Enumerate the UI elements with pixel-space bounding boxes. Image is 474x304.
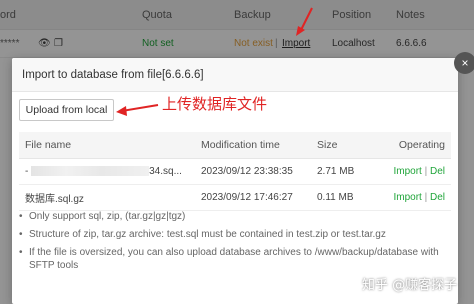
file-actions: Import | Del xyxy=(375,184,451,211)
import-file-link[interactable]: Import xyxy=(393,192,421,203)
file-time: 2023/09/12 23:38:35 xyxy=(195,158,311,185)
dialog-title: Import to database from file[6.6.6.6] xyxy=(12,58,458,92)
action-separator: | xyxy=(424,191,428,203)
import-notes: Only support sql, zip, (tar.gz|gz|tgz) S… xyxy=(19,210,451,277)
file-table-header: File name Modification time Size Operati… xyxy=(19,132,451,159)
redacted-file-name xyxy=(31,165,150,176)
red-arrow-icon xyxy=(296,7,313,36)
file-time: 2023/09/12 17:46:27 xyxy=(195,184,311,211)
file-size: 2.71 MB xyxy=(311,158,375,185)
delete-file-link[interactable]: Del xyxy=(430,166,445,177)
file-name-prefix: - xyxy=(25,165,29,177)
file-table: File name Modification time Size Operati… xyxy=(19,132,451,211)
import-file-link[interactable]: Import xyxy=(393,166,421,177)
note-item: Only support sql, zip, (tar.gz|gz|tgz) xyxy=(19,210,451,223)
file-name-cell: - 34.sq... xyxy=(19,158,195,185)
annotation-label: 上传数据库文件 xyxy=(162,95,268,113)
close-icon[interactable]: × xyxy=(454,52,474,74)
upload-from-local-button[interactable]: Upload from local xyxy=(19,99,114,121)
note-item: If the file is oversized, you can also u… xyxy=(19,246,451,272)
delete-file-link[interactable]: Del xyxy=(430,192,445,203)
file-size: 0.11 MB xyxy=(311,184,375,211)
red-arrow-icon xyxy=(116,104,159,116)
column-modification-time: Modification time xyxy=(195,132,311,159)
column-size: Size xyxy=(311,132,375,159)
column-operating: Operating xyxy=(375,132,451,159)
file-row: - 34.sq... 2023/09/12 23:38:35 2.71 MB I… xyxy=(19,158,451,185)
action-separator: | xyxy=(424,165,428,177)
file-actions: Import | Del xyxy=(375,158,451,185)
file-name-suffix: 34.sq... xyxy=(149,165,182,177)
file-row: 数据库.sql.gz 2023/09/12 17:46:27 0.11 MB I… xyxy=(19,184,451,211)
note-item: Structure of zip, tar.gz archive: test.s… xyxy=(19,228,451,241)
file-name: 数据库.sql.gz xyxy=(19,184,195,211)
import-dialog: Import to database from file[6.6.6.6] Up… xyxy=(12,58,458,304)
watermark: 知乎 @赚客探子 xyxy=(362,278,458,293)
column-file-name: File name xyxy=(19,132,195,159)
